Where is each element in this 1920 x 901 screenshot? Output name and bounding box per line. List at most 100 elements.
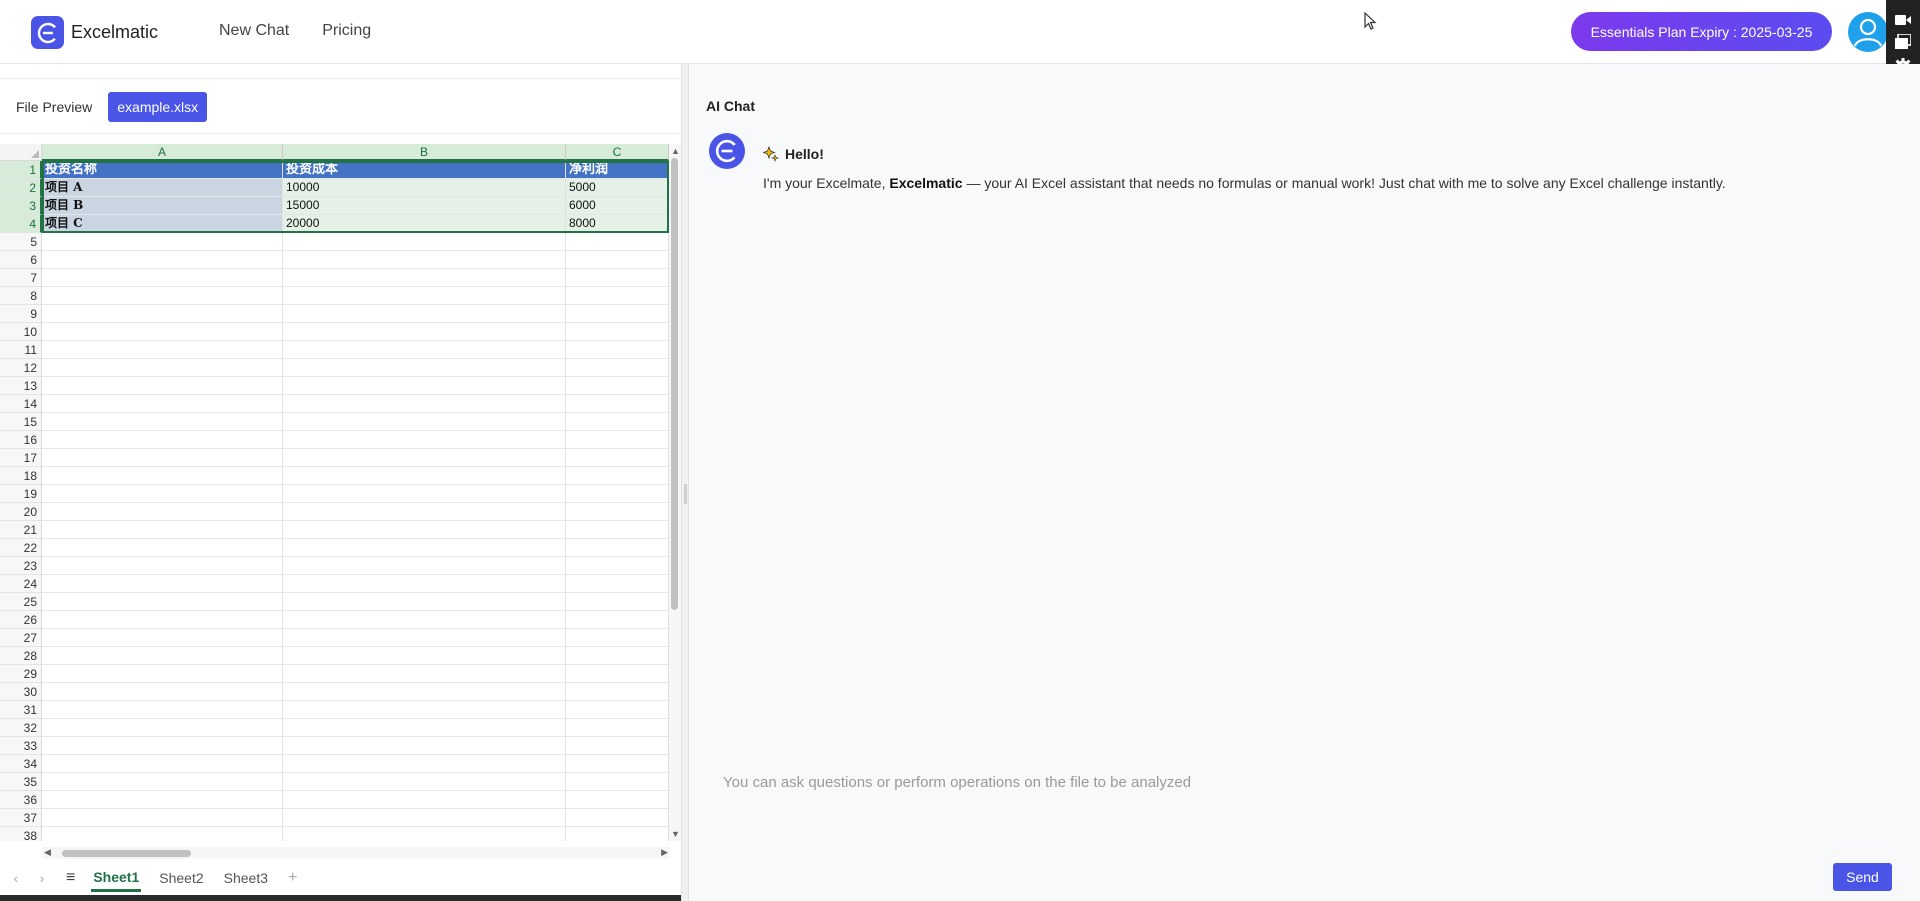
scroll-up-icon[interactable]: ▲ bbox=[671, 146, 680, 156]
empty-cell[interactable] bbox=[42, 629, 283, 647]
scroll-down-icon[interactable]: ▼ bbox=[671, 829, 680, 839]
row-header[interactable]: 29 bbox=[0, 665, 42, 683]
empty-cell[interactable] bbox=[283, 755, 566, 773]
empty-cell[interactable] bbox=[42, 791, 283, 809]
empty-cell[interactable] bbox=[283, 827, 566, 841]
empty-cell[interactable] bbox=[566, 251, 669, 269]
empty-cell[interactable] bbox=[283, 287, 566, 305]
empty-cell[interactable] bbox=[42, 413, 283, 431]
empty-cell[interactable] bbox=[566, 413, 669, 431]
scroll-right-icon[interactable]: ▶ bbox=[661, 847, 668, 858]
empty-cell[interactable] bbox=[283, 269, 566, 287]
empty-cell[interactable] bbox=[42, 665, 283, 683]
user-avatar[interactable] bbox=[1848, 12, 1888, 52]
empty-cell[interactable] bbox=[42, 647, 283, 665]
empty-cell[interactable] bbox=[283, 521, 566, 539]
row-header[interactable]: 20 bbox=[0, 503, 42, 521]
column-header-a[interactable]: A bbox=[42, 144, 283, 161]
chat-input[interactable] bbox=[723, 774, 1823, 791]
row-header[interactable]: 22 bbox=[0, 539, 42, 557]
row-header[interactable]: 27 bbox=[0, 629, 42, 647]
row-header[interactable]: 21 bbox=[0, 521, 42, 539]
send-button[interactable]: Send bbox=[1833, 863, 1892, 891]
row-header[interactable]: 11 bbox=[0, 341, 42, 359]
cell-c4[interactable]: 8000 bbox=[566, 215, 669, 233]
empty-cell[interactable] bbox=[283, 377, 566, 395]
empty-cell[interactable] bbox=[566, 683, 669, 701]
add-sheet-button[interactable]: + bbox=[286, 865, 299, 891]
empty-cell[interactable] bbox=[283, 665, 566, 683]
empty-cell[interactable] bbox=[283, 557, 566, 575]
empty-cell[interactable] bbox=[566, 503, 669, 521]
row-header[interactable]: 34 bbox=[0, 755, 42, 773]
horizontal-scrollbar[interactable]: ◀ ▶ bbox=[42, 847, 670, 859]
empty-cell[interactable] bbox=[566, 791, 669, 809]
empty-cell[interactable] bbox=[283, 719, 566, 737]
empty-cell[interactable] bbox=[283, 737, 566, 755]
empty-cell[interactable] bbox=[566, 557, 669, 575]
empty-cell[interactable] bbox=[42, 539, 283, 557]
empty-cell[interactable] bbox=[42, 593, 283, 611]
cell-b4[interactable]: 20000 bbox=[283, 215, 566, 233]
row-header[interactable]: 12 bbox=[0, 359, 42, 377]
empty-cell[interactable] bbox=[42, 323, 283, 341]
scroll-thumb[interactable] bbox=[62, 850, 191, 857]
empty-cell[interactable] bbox=[566, 755, 669, 773]
row-header[interactable]: 19 bbox=[0, 485, 42, 503]
empty-cell[interactable] bbox=[42, 449, 283, 467]
empty-cell[interactable] bbox=[566, 575, 669, 593]
empty-cell[interactable] bbox=[566, 467, 669, 485]
empty-cell[interactable] bbox=[283, 449, 566, 467]
empty-cell[interactable] bbox=[42, 251, 283, 269]
row-header[interactable]: 37 bbox=[0, 809, 42, 827]
brand[interactable]: Excelmatic bbox=[31, 16, 158, 49]
empty-cell[interactable] bbox=[42, 701, 283, 719]
row-header[interactable]: 26 bbox=[0, 611, 42, 629]
empty-cell[interactable] bbox=[283, 503, 566, 521]
empty-cell[interactable] bbox=[566, 377, 669, 395]
cell-a1[interactable]: 投资名称 bbox=[42, 161, 283, 179]
empty-cell[interactable] bbox=[283, 323, 566, 341]
spreadsheet-grid[interactable]: A B C 1 2 3 4 5 6 7 8 9 10 11 12 13 14 15 16 17 18 19 20 21 2… bbox=[0, 144, 670, 841]
empty-cell[interactable] bbox=[283, 233, 566, 251]
row-header[interactable]: 36 bbox=[0, 791, 42, 809]
empty-cell[interactable] bbox=[566, 539, 669, 557]
empty-cell[interactable] bbox=[42, 359, 283, 377]
empty-cell[interactable] bbox=[283, 647, 566, 665]
row-header[interactable]: 32 bbox=[0, 719, 42, 737]
row-header[interactable]: 4 bbox=[0, 215, 42, 233]
empty-cell[interactable] bbox=[566, 341, 669, 359]
empty-cell[interactable] bbox=[566, 395, 669, 413]
empty-cell[interactable] bbox=[283, 701, 566, 719]
cell-c3[interactable]: 6000 bbox=[566, 197, 669, 215]
empty-cell[interactable] bbox=[566, 431, 669, 449]
row-header[interactable]: 35 bbox=[0, 773, 42, 791]
cell-grid[interactable]: 投资名称 投资成本 净利润 项目 A 10000 5000 项目 B 15000… bbox=[42, 161, 669, 841]
row-header[interactable]: 1 bbox=[0, 161, 42, 179]
empty-cell[interactable] bbox=[283, 359, 566, 377]
empty-cell[interactable] bbox=[566, 593, 669, 611]
empty-cell[interactable] bbox=[566, 701, 669, 719]
empty-cell[interactable] bbox=[566, 449, 669, 467]
empty-cell[interactable] bbox=[42, 755, 283, 773]
empty-cell[interactable] bbox=[566, 665, 669, 683]
empty-cell[interactable] bbox=[566, 485, 669, 503]
empty-cell[interactable] bbox=[42, 827, 283, 841]
row-header[interactable]: 9 bbox=[0, 305, 42, 323]
next-sheet-icon[interactable]: › bbox=[32, 870, 52, 886]
empty-cell[interactable] bbox=[283, 413, 566, 431]
empty-cell[interactable] bbox=[42, 719, 283, 737]
empty-cell[interactable] bbox=[283, 575, 566, 593]
row-header[interactable]: 6 bbox=[0, 251, 42, 269]
empty-cell[interactable] bbox=[566, 269, 669, 287]
empty-cell[interactable] bbox=[283, 539, 566, 557]
empty-cell[interactable] bbox=[42, 773, 283, 791]
empty-cell[interactable] bbox=[283, 341, 566, 359]
empty-cell[interactable] bbox=[42, 683, 283, 701]
empty-cell[interactable] bbox=[42, 287, 283, 305]
row-header[interactable]: 24 bbox=[0, 575, 42, 593]
empty-cell[interactable] bbox=[283, 395, 566, 413]
row-header[interactable]: 23 bbox=[0, 557, 42, 575]
empty-cell[interactable] bbox=[283, 791, 566, 809]
cell-a3[interactable]: 项目 B bbox=[42, 197, 283, 215]
